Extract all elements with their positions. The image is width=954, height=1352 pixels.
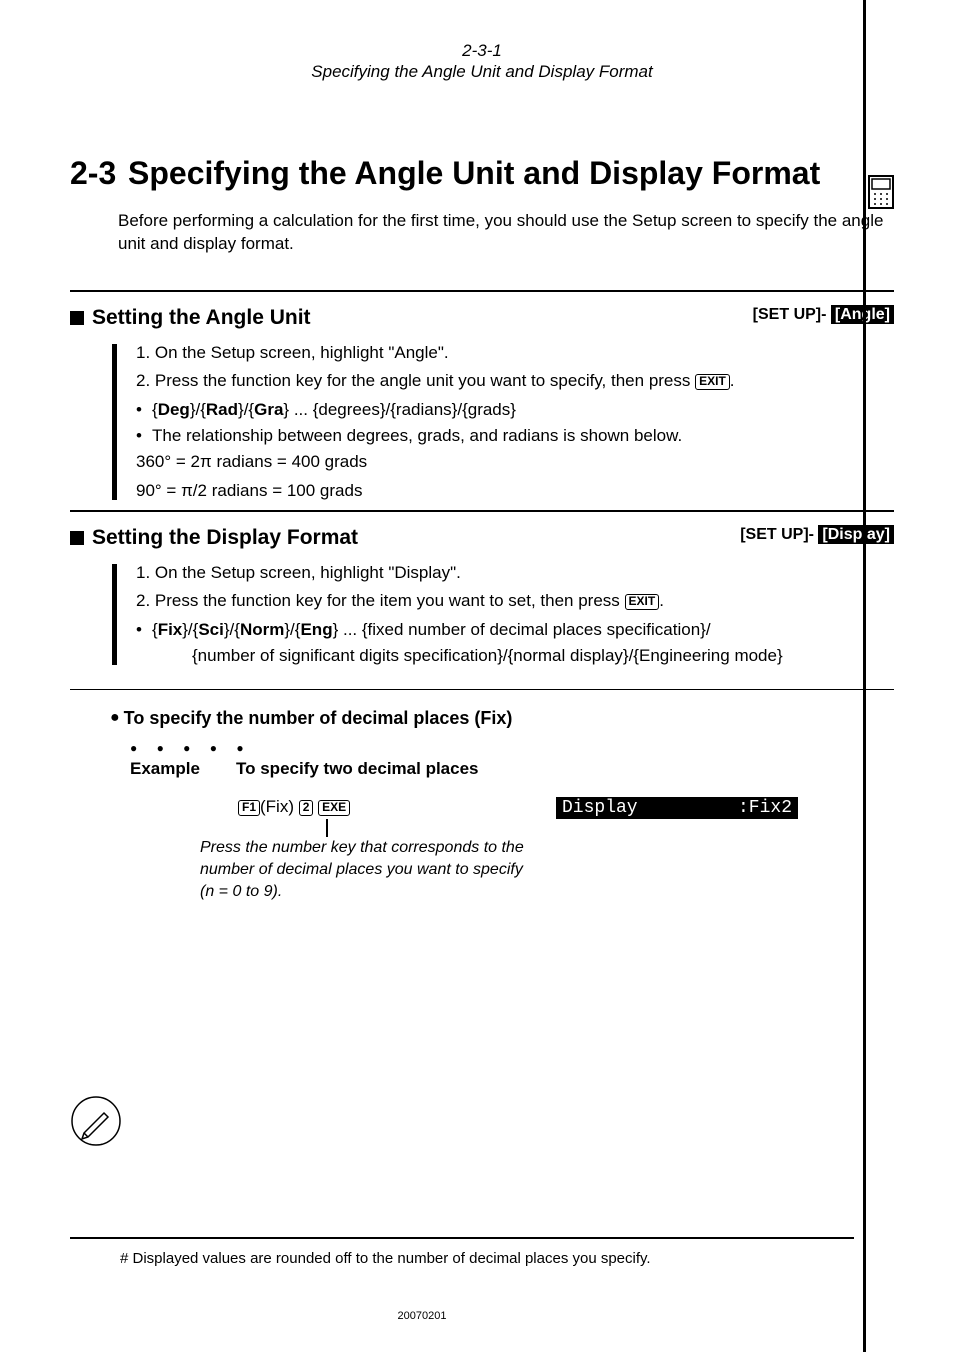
header-section-num: 2-3-1: [70, 40, 894, 62]
pencil-icon: [70, 1095, 122, 1152]
s1-eq2: 90° = π/2 radians = 100 grads: [136, 478, 894, 504]
intro-text: Before performing a calculation for the …: [118, 210, 894, 256]
s1-eq1: 360° = 2π radians = 400 grads: [136, 449, 894, 475]
two-key: 2: [299, 800, 314, 816]
subheading: ●To specify the number of decimal places…: [110, 708, 894, 729]
s2-bullet1: • {Fix}/{Sci}/{Norm}/{Eng} ... {fixed nu…: [136, 617, 894, 670]
s1-bullet2: • The relationship between degrees, grad…: [136, 423, 894, 449]
s2-step1: 1. On the Setup screen, highlight "Displ…: [136, 560, 894, 586]
dot-bullet: ●: [110, 709, 120, 726]
calc-display: Display :Fix2: [556, 797, 798, 819]
footnote-divider: [70, 1237, 854, 1239]
page-date: 20070201: [0, 1310, 844, 1322]
example-keys: F1(Fix) 2 EXE: [238, 797, 538, 819]
square-bullet-icon: [70, 311, 84, 325]
exe-key: EXE: [318, 800, 350, 816]
page-header: 2-3-1 Specifying the Angle Unit and Disp…: [70, 40, 894, 100]
example-text: To specify two decimal places: [236, 759, 479, 779]
s1-bullet1: • {Deg}/{Rad}/{Gra} ... {degrees}/{radia…: [136, 397, 894, 423]
section1-header: Setting the Angle Unit [SET UP]- [Angle]: [70, 306, 894, 330]
section2-header: Setting the Display Format [SET UP]- [Di…: [70, 526, 894, 550]
h1: 2-3 Specifying the Angle Unit and Displa…: [70, 155, 894, 192]
h1-num: 2-3: [70, 155, 128, 192]
calculator-icon: [868, 175, 894, 214]
example-dots: ● ● ● ● ●: [130, 741, 894, 755]
calc-left: Display: [562, 798, 638, 818]
example-label: Example: [130, 759, 236, 779]
section1-title: Setting the Angle Unit: [92, 306, 311, 330]
note-line: [326, 819, 328, 837]
display-label: [Display]: [818, 525, 894, 544]
divider: [70, 510, 894, 512]
section2-steps: 1. On the Setup screen, highlight "Displ…: [112, 560, 894, 669]
section1-steps: 1. On the Setup screen, highlight "Angle…: [112, 340, 894, 504]
example-note: Press the number key that corresponds to…: [200, 837, 894, 902]
footnote: # Displayed values are rounded off to th…: [70, 1229, 854, 1269]
page-border: [863, 0, 866, 1352]
divider: [70, 689, 894, 690]
page: 2-3-1 Specifying the Angle Unit and Disp…: [0, 0, 954, 1352]
s1-step2: 2. Press the function key for the angle …: [136, 368, 894, 394]
section2-right: [SET UP]- [Display]: [740, 526, 894, 544]
example-keys-row: F1(Fix) 2 EXE Display :Fix2: [238, 797, 894, 819]
exit-key: EXIT: [695, 374, 730, 390]
h1-text: Specifying the Angle Unit and Display Fo…: [128, 155, 820, 192]
setup-label: [SET UP]-: [753, 306, 831, 323]
section2-title: Setting the Display Format: [92, 526, 358, 550]
example-row: Example To specify two decimal places: [130, 759, 894, 779]
exit-key: EXIT: [625, 594, 660, 610]
s2-step2: 2. Press the function key for the item y…: [136, 588, 894, 614]
footnote-text: # Displayed values are rounded off to th…: [130, 1249, 854, 1269]
s1-step1: 1. On the Setup screen, highlight "Angle…: [136, 340, 894, 366]
step-bar: [112, 344, 117, 500]
header-title: Specifying the Angle Unit and Display Fo…: [70, 62, 894, 82]
calc-right: :Fix2: [738, 798, 792, 818]
f1-key: F1: [238, 800, 260, 816]
divider: [70, 290, 894, 292]
step-bar: [112, 564, 117, 665]
square-bullet-icon: [70, 531, 84, 545]
section1-right: [SET UP]- [Angle]: [753, 306, 894, 324]
